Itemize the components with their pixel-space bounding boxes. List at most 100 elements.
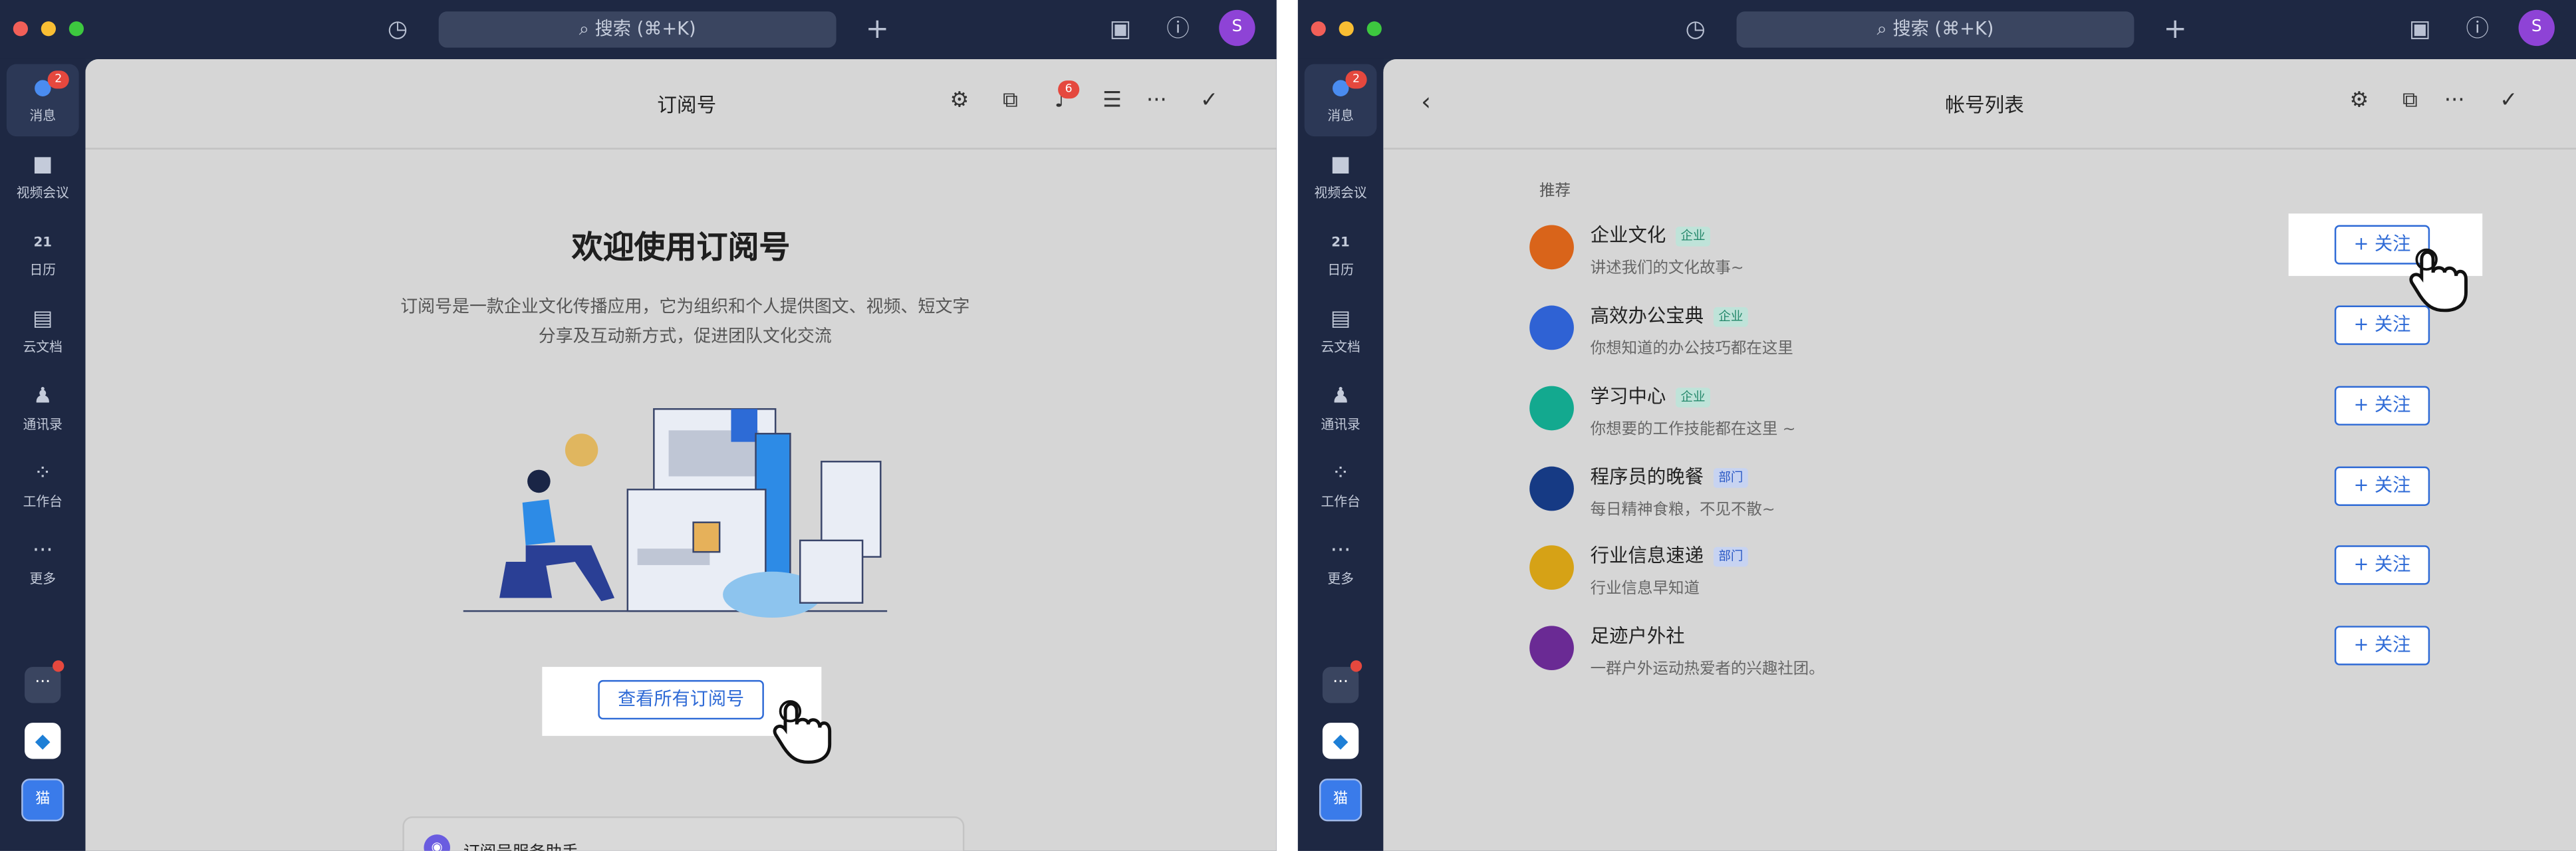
view-all-subscriptions-button[interactable]: 查看所有订阅号 [598, 679, 764, 720]
more-icon[interactable]: ··· [2440, 87, 2469, 116]
main-content: ‹ 帐号列表 ⚙ ⧉ ··· ✓ 推荐 企业文化 企业 讲述我们的文化故事~ + … [1383, 59, 2576, 851]
history-icon[interactable]: ◷ [381, 13, 414, 46]
sidebar-item-workspace[interactable]: ⁘ 工作台 [1298, 450, 1383, 523]
sidebar-item-video[interactable]: ■ 视频会议 [1298, 141, 1383, 213]
sidebar-item-label: 云文档 [23, 340, 63, 355]
welcome-description: 订阅号是一款企业文化传播应用，它为组织和个人提供图文、视频、短文字分享及互动新方… [400, 297, 970, 347]
check-icon[interactable]: ✓ [1194, 87, 1224, 116]
filter-icon[interactable]: ⚙ [2345, 87, 2374, 116]
sidebar-item-label: 通讯录 [1321, 417, 1360, 432]
follow-button[interactable]: + 关注 [2334, 626, 2430, 666]
hand-cursor-icon [773, 700, 832, 764]
minimize-window-button[interactable] [41, 21, 57, 37]
plus-icon: + [2353, 634, 2375, 656]
minimize-window-button[interactable] [1339, 21, 1354, 37]
account-name: 足迹户外社 [1590, 624, 1685, 648]
help-icon[interactable]: ⓘ [1162, 13, 1194, 46]
follow-button[interactable]: + 关注 [2334, 386, 2430, 426]
new-window-icon[interactable]: ⧉ [2395, 87, 2424, 116]
sidebar-item-messages[interactable]: ● 消息 2 [1304, 64, 1377, 137]
workspace-tile[interactable]: 猫 [1319, 779, 1362, 822]
list-item[interactable]: 足迹户外社 一群户外运动热爱者的兴趣社团。 + 关注 [1529, 618, 2450, 690]
announcement-icon[interactable]: ▣ [1104, 13, 1136, 46]
sidebar-item-docs[interactable]: ▤ 云文档 [0, 296, 85, 368]
plus-icon[interactable]: + [2158, 13, 2191, 46]
sidebar-item-docs[interactable]: ▤ 云文档 [1298, 296, 1383, 368]
announcement-icon[interactable]: ▣ [2404, 13, 2436, 46]
sidebar-item-calendar[interactable]: 21 日历 [1298, 219, 1383, 291]
search-bar[interactable]: ⌕ 搜索 (⌘+K) [438, 11, 837, 48]
account-avatar [1529, 626, 1574, 671]
account-description: 每日精神食粮，不见不散~ [1590, 501, 1775, 519]
plus-icon: + [2353, 233, 2375, 255]
check-icon[interactable]: ✓ [2494, 87, 2523, 116]
list-item[interactable]: 行业信息速递 部门 行业信息早知道 + 关注 [1529, 537, 2450, 610]
apps-more-button[interactable]: ··· [25, 667, 61, 703]
calendar-icon: 21 [1331, 235, 1350, 250]
plus-icon[interactable]: + [861, 13, 894, 46]
follow-label: 关注 [2375, 475, 2411, 497]
workspace-tile[interactable]: 猫 [21, 779, 64, 822]
back-arrow-icon[interactable]: ‹ [1411, 87, 1440, 116]
list-item[interactable]: 学习中心 企业 你想要的工作技能都在这里 ~ + 关注 [1529, 378, 2450, 450]
filter-icon[interactable]: ⚙ [945, 87, 974, 116]
follow-button[interactable]: + 关注 [2334, 466, 2430, 506]
follow-label: 关注 [2375, 553, 2411, 575]
list-item[interactable]: 高效办公宝典 企业 你想知道的办公技巧都在这里 + 关注 [1529, 297, 2450, 370]
history-icon[interactable]: ◷ [1679, 13, 1712, 46]
list-item[interactable]: 企业文化 企业 讲述我们的文化故事~ + 关注 [1529, 217, 2450, 289]
sidebar-item-video[interactable]: ■ 视频会议 [0, 141, 85, 213]
apps-more-button[interactable]: ··· [1322, 667, 1359, 703]
zoom-window-button[interactable] [1366, 21, 1382, 37]
account-tag: 企业 [1676, 388, 1710, 408]
welcome-title: 欢迎使用订阅号 [571, 229, 791, 267]
unread-badge: 2 [1345, 70, 1367, 89]
plus-icon: + [2353, 475, 2375, 497]
follow-button[interactable]: + 关注 [2334, 545, 2430, 585]
sidebar-item-messages[interactable]: ● 消息 2 [6, 64, 79, 137]
account-tag: 企业 [1713, 307, 1748, 327]
new-window-icon[interactable]: ⧉ [995, 87, 1025, 116]
search-icon: ⌕ [579, 18, 589, 40]
follow-label: 关注 [2375, 634, 2411, 656]
workspace-icon: ⁘ [33, 461, 52, 487]
sidebar-item-calendar[interactable]: 21 日历 [0, 219, 85, 291]
search-placeholder: 搜索 (⌘+K) [594, 18, 696, 40]
app-tile-icon[interactable]: ◆ [25, 723, 61, 759]
search-placeholder: 搜索 (⌘+K) [1892, 18, 1994, 40]
user-avatar[interactable]: S [1219, 9, 1255, 47]
page-title: 帐号列表 [1945, 93, 2024, 117]
list-item[interactable]: 程序员的晚餐 部门 每日精神食粮，不见不散~ + 关注 [1529, 458, 2450, 531]
notification-dot [53, 660, 64, 672]
account-avatar [1529, 466, 1574, 511]
plus-icon: + [2353, 553, 2375, 575]
close-window-button[interactable] [13, 21, 29, 37]
sidebar-item-contacts[interactable]: ♟ 通讯录 [1298, 373, 1383, 445]
more-icon: ··· [1330, 539, 1351, 564]
plus-icon: + [2353, 394, 2375, 416]
more-icon[interactable]: ··· [1142, 87, 1171, 116]
close-window-button[interactable] [1311, 21, 1326, 37]
help-icon[interactable]: ⓘ [2461, 13, 2494, 46]
zoom-window-button[interactable] [68, 21, 84, 37]
sidebar-item-workspace[interactable]: ⁘ 工作台 [0, 450, 85, 523]
follow-label: 关注 [2375, 313, 2411, 336]
search-bar[interactable]: ⌕ 搜索 (⌘+K) [1736, 11, 2134, 48]
account-avatar [1529, 386, 1574, 431]
document-icon: ▤ [1330, 307, 1351, 332]
sidebar-item-label: 更多 [1327, 571, 1354, 587]
sidebar-item-label: 通讯录 [23, 417, 63, 432]
account-name: 企业文化 [1590, 223, 1666, 247]
more-icon: ··· [32, 539, 53, 564]
plus-icon: + [2353, 313, 2375, 336]
sidebar-item-contacts[interactable]: ♟ 通讯录 [0, 373, 85, 445]
page-header: ‹ 帐号列表 ⚙ ⧉ ··· ✓ [1383, 59, 2576, 150]
app-tile-icon[interactable]: ◆ [1322, 723, 1359, 759]
sidebar-item-more[interactable]: ··· 更多 [0, 527, 85, 600]
hand-cursor-icon [2409, 248, 2468, 312]
contacts-icon: ♟ [1331, 384, 1351, 410]
assistant-card[interactable]: ◉ 订阅号服务助手 [402, 816, 965, 851]
sidebar-item-more[interactable]: ··· 更多 [1298, 527, 1383, 600]
list-icon[interactable]: ☰ [1097, 87, 1126, 116]
user-avatar[interactable]: S [2518, 9, 2555, 47]
